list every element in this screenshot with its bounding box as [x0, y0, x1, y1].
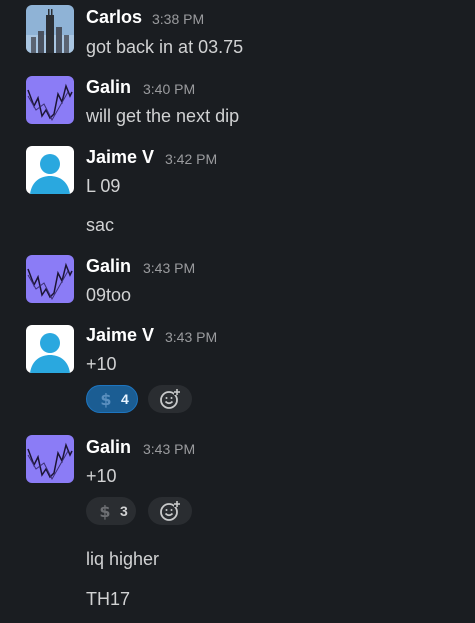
avatar-jaime[interactable] — [26, 325, 74, 373]
message-text: TH17 — [86, 589, 131, 609]
svg-text:$: $ — [99, 502, 110, 520]
avatar-galin[interactable] — [26, 76, 74, 124]
reaction-dollar[interactable]: $ 4 — [86, 385, 138, 413]
add-emoji-icon — [160, 389, 180, 409]
default-user-icon — [26, 146, 74, 194]
avatar-galin[interactable] — [26, 255, 74, 303]
default-user-icon — [26, 325, 74, 373]
reaction-dollar[interactable]: $ 3 — [86, 497, 136, 525]
svg-text:$: $ — [100, 390, 111, 408]
dollar-icon: $ — [99, 502, 110, 520]
username[interactable]: Galin — [86, 76, 131, 98]
message-text: got back in at 03.75 — [86, 37, 244, 57]
message-text: sac — [86, 215, 115, 235]
username[interactable]: Jaime V — [86, 146, 154, 168]
chart-avatar-icon — [26, 76, 74, 124]
chart-avatar-icon — [26, 435, 74, 483]
message-text: +10 — [86, 466, 117, 486]
timestamp[interactable]: 3:38 PM — [152, 8, 204, 30]
timestamp[interactable]: 3:43 PM — [143, 438, 195, 460]
message-text: liq higher — [86, 549, 160, 569]
username[interactable]: Galin — [86, 255, 131, 277]
message-text: L 09 — [86, 176, 121, 196]
city-skyline-icon — [26, 5, 74, 53]
avatar-carlos[interactable] — [26, 5, 74, 53]
reaction-count: 4 — [121, 391, 129, 407]
username[interactable]: Galin — [86, 436, 131, 458]
timestamp[interactable]: 3:43 PM — [143, 257, 195, 279]
timestamp[interactable]: 3:42 PM — [165, 148, 217, 170]
avatar-jaime[interactable] — [26, 146, 74, 194]
avatar-galin[interactable] — [26, 435, 74, 483]
reaction-count: 3 — [120, 503, 128, 519]
add-emoji-icon — [160, 501, 180, 521]
message-text: +10 — [86, 354, 117, 374]
add-reaction-button[interactable] — [148, 497, 192, 525]
dollar-icon: $ — [100, 390, 111, 408]
timestamp[interactable]: 3:40 PM — [143, 78, 195, 100]
chart-avatar-icon — [26, 255, 74, 303]
timestamp[interactable]: 3:43 PM — [165, 326, 217, 348]
username[interactable]: Carlos — [86, 6, 142, 28]
message-text: 09too — [86, 285, 132, 305]
username[interactable]: Jaime V — [86, 324, 154, 346]
add-reaction-button[interactable] — [148, 385, 192, 413]
message-text: will get the next dip — [86, 106, 240, 126]
